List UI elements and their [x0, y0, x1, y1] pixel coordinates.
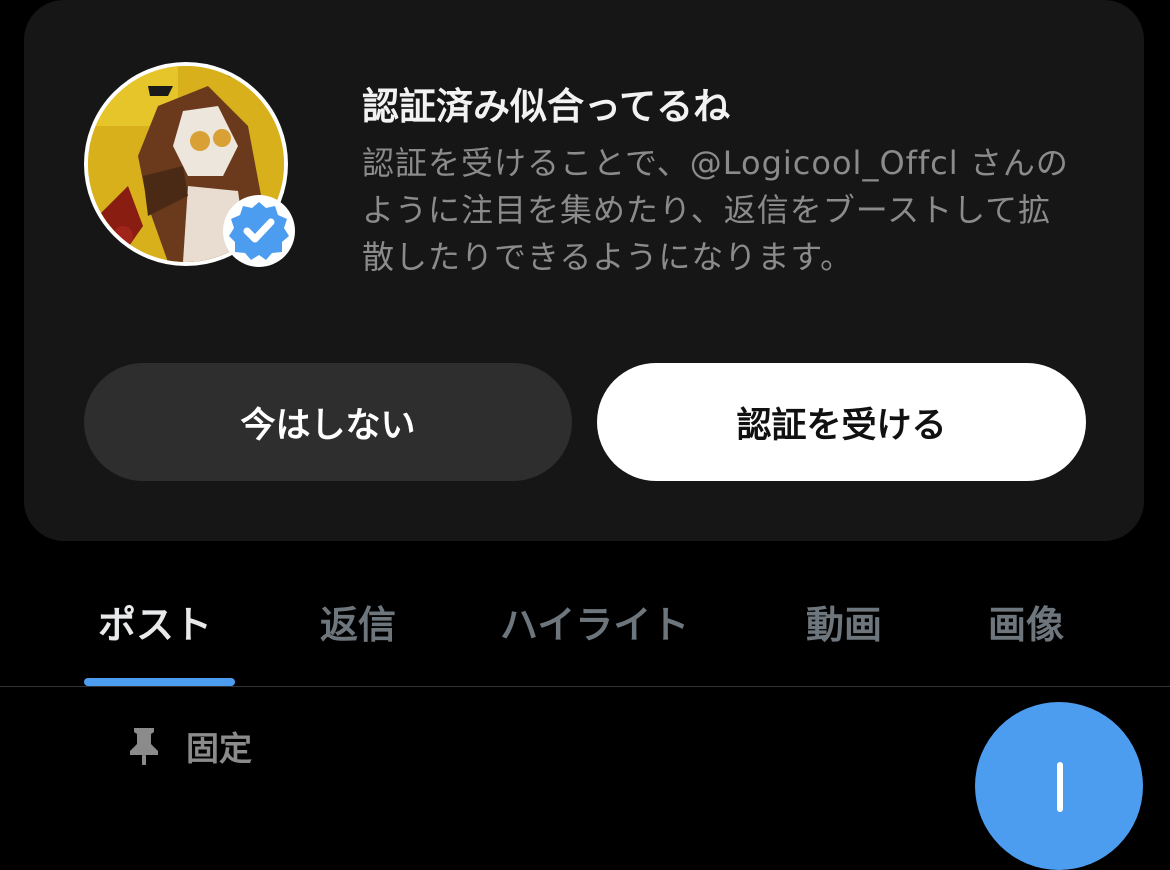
pinned-label: 固定: [186, 729, 252, 768]
promo-title: 認証済み似合ってるね: [362, 85, 731, 128]
avatar-group: [84, 62, 295, 267]
pinned-indicator: 固定: [126, 724, 252, 768]
pin-icon: [130, 728, 158, 765]
active-tab-indicator: [84, 678, 235, 686]
tabs-divider: [0, 686, 1170, 687]
not-now-button[interactable]: 今はしない: [84, 363, 572, 481]
tab-posts[interactable]: ポスト: [98, 594, 212, 649]
profile-tabs: ポスト 返信 ハイライト 動画 画像: [0, 580, 1170, 686]
verified-badge-icon: [223, 195, 295, 267]
tab-highlights[interactable]: ハイライト: [500, 594, 689, 649]
tab-media[interactable]: 画像: [988, 594, 1064, 649]
compose-fab-button[interactable]: [975, 702, 1143, 870]
tab-replies[interactable]: 返信: [320, 594, 396, 649]
tab-videos[interactable]: 動画: [806, 594, 882, 649]
plus-icon: [1057, 762, 1063, 812]
promo-description: 認証を受けることで、@Logicool_Offcl さんのように注目を集めたり、…: [362, 144, 1069, 276]
get-verified-button[interactable]: 認証を受ける: [597, 363, 1086, 481]
